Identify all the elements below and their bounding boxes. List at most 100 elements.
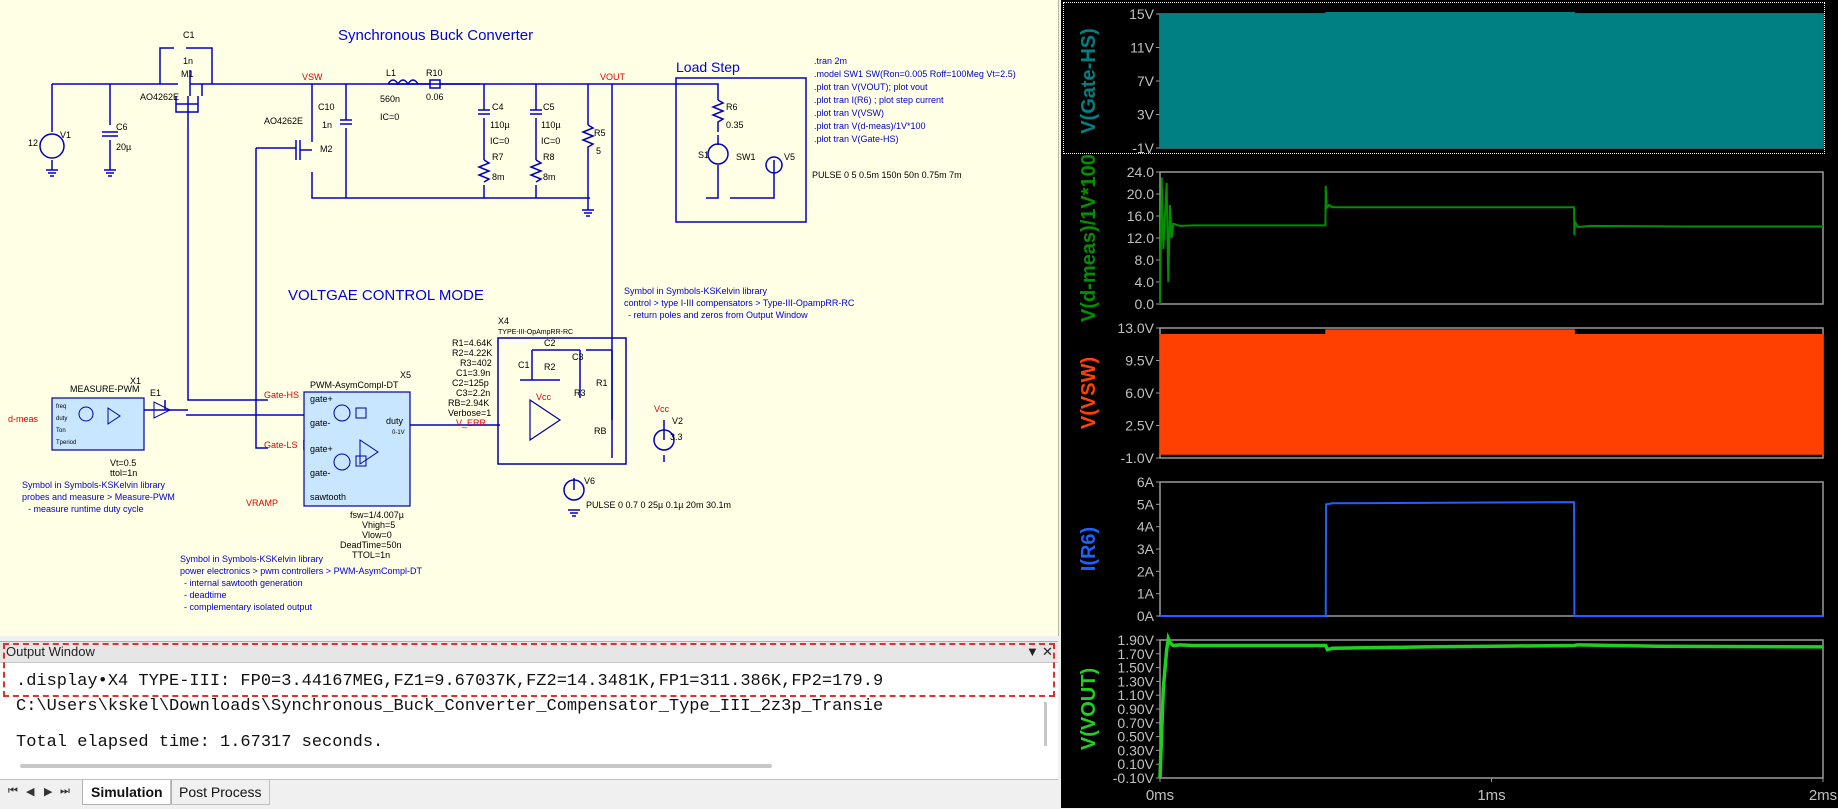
svg-text:Ton: Ton (56, 428, 66, 434)
svg-text:R5: R5 (594, 128, 606, 138)
directive-5[interactable]: .plot tran V(VSW) (814, 108, 884, 118)
svg-text:Symbol in Symbols-KSKelvin lib: Symbol in Symbols-KSKelvin library (624, 286, 768, 296)
y-tick-label: 24.0 (1127, 164, 1154, 180)
svg-text:X4: X4 (498, 316, 509, 326)
y-tick-label: 5A (1137, 496, 1155, 512)
trace-line (1158, 631, 1824, 779)
svg-text:IC=0: IC=0 (490, 136, 509, 146)
svg-text:L1: L1 (386, 68, 396, 78)
directive-6[interactable]: .plot tran V(d-meas)/1V*100 (814, 121, 926, 131)
directive-4[interactable]: .plot tran I(R6) ; plot step current (814, 95, 944, 105)
svg-text:C1=3.9n: C1=3.9n (456, 368, 490, 378)
x-tick-label: 2ms (1809, 787, 1837, 804)
svg-text:power electronics > pwm contro: power electronics > pwm controllers > PW… (180, 566, 423, 576)
svg-text:V5: V5 (784, 152, 795, 162)
trace-name-label[interactable]: I(R6) (1078, 527, 1100, 571)
svg-text:Vlow=0: Vlow=0 (362, 530, 392, 540)
last-tab-icon[interactable]: ⏭ (60, 785, 70, 798)
y-tick-label: 0.0 (1135, 296, 1155, 312)
svg-text:C3: C3 (572, 352, 584, 362)
trace-name-label[interactable]: V(VOUT) (1078, 668, 1100, 750)
output-line-1: .display•X4 TYPE-III: FP0=3.44167MEG,FZ1… (16, 672, 884, 691)
output-window[interactable]: Output Window ▼ ✕ .display•X4 TYPE-III: … (0, 641, 1058, 779)
svg-text:gate-: gate- (310, 418, 331, 428)
svg-text:V2: V2 (672, 416, 683, 426)
svg-text:Vcc: Vcc (654, 404, 670, 414)
selected-pane-outline (1063, 2, 1825, 154)
vertical-scrollbar[interactable] (1044, 702, 1047, 746)
svg-text:freq: freq (56, 404, 66, 410)
svg-text:AO4262E: AO4262E (140, 92, 179, 102)
svg-text:V6: V6 (584, 476, 595, 486)
svg-text:R3: R3 (574, 388, 586, 398)
pulse-v5-label[interactable]: PULSE 0 5 0.5m 150n 50n 0.75m 7m (812, 170, 962, 180)
first-tab-icon[interactable]: ⏮ (8, 785, 18, 798)
y-tick-label: 13.0V (1117, 320, 1154, 336)
svg-text:V1: V1 (60, 130, 71, 140)
trace-line (1160, 501, 1823, 617)
output-line-2: C:\Users\kskel\Downloads\Synchronous_Buc… (16, 697, 884, 716)
svg-text:110µ: 110µ (541, 120, 561, 130)
svg-text:C4: C4 (492, 102, 504, 112)
svg-text:R2=4.22K: R2=4.22K (452, 348, 492, 358)
trace-envelope (1159, 329, 1824, 455)
svg-text:RB: RB (594, 426, 607, 436)
y-tick-label: 6.0V (1125, 385, 1154, 401)
output-line-4: Total elapsed time: 1.67317 seconds. (16, 733, 384, 752)
tab-post-process[interactable]: Post Process (170, 780, 271, 805)
pulse-v6-label[interactable]: PULSE 0 0.7 0 25µ 0.1µ 20m 30.1m (586, 500, 731, 510)
svg-text:Vhigh=5: Vhigh=5 (362, 520, 395, 530)
svg-text:C5: C5 (543, 102, 555, 112)
x-tick-label: 1ms (1477, 787, 1505, 804)
svg-text:E1: E1 (150, 388, 161, 398)
svg-text:1n: 1n (183, 56, 193, 66)
svg-text:8m: 8m (543, 172, 556, 182)
svg-text:d-meas: d-meas (8, 414, 39, 424)
schematic-editor[interactable]: Synchronous Buck Converter Load Step VOL… (0, 0, 1059, 636)
svg-text:- return poles and zeros from: - return poles and zeros from Output Win… (628, 310, 808, 320)
svg-text:560n: 560n (380, 94, 400, 104)
svg-text:M1: M1 (181, 69, 194, 79)
svg-text:Verbose=1: Verbose=1 (448, 408, 491, 418)
svg-text:IC=0: IC=0 (380, 112, 399, 122)
svg-text:fsw=1/4.007µ: fsw=1/4.007µ (350, 510, 404, 520)
trace-name-label[interactable]: V(d-meas)/1V*100 (1078, 154, 1100, 322)
trace-name-label[interactable]: V(VSW) (1078, 357, 1100, 429)
y-tick-label: 3A (1137, 541, 1155, 557)
directive-2[interactable]: .model SW1 SW(Ron=0.005 Roff=100Meg Vt=2… (814, 69, 1016, 79)
horizontal-scrollbar[interactable] (20, 764, 772, 768)
y-tick-label: 9.5V (1125, 353, 1154, 369)
load-step-label: Load Step (676, 59, 740, 75)
svg-text:C10: C10 (318, 102, 335, 112)
svg-text:ttol=1n: ttol=1n (110, 468, 137, 478)
y-tick-label: 2A (1137, 563, 1155, 579)
prev-tab-icon[interactable]: ◀ (26, 785, 34, 798)
y-tick-label: 0A (1137, 608, 1155, 624)
svg-text:Symbol in Symbols-KSKelvin lib: Symbol in Symbols-KSKelvin library (22, 480, 166, 490)
directive-1[interactable]: .tran 2m (814, 56, 847, 66)
next-tab-icon[interactable]: ▶ (44, 785, 52, 798)
plot-pane-frame (1159, 639, 1824, 779)
svg-text:Vt=0.5: Vt=0.5 (110, 458, 136, 468)
svg-text:C6: C6 (116, 122, 128, 132)
svg-text:Tperiod: Tperiod (56, 440, 76, 446)
svg-text:Symbol in Symbols-KSKelvin lib: Symbol in Symbols-KSKelvin library (180, 554, 324, 564)
y-tick-label: 20.0 (1127, 186, 1154, 202)
directive-7[interactable]: .plot tran V(Gate-HS) (814, 134, 899, 144)
tab-simulation[interactable]: Simulation (82, 780, 172, 805)
svg-text:110µ: 110µ (490, 120, 510, 130)
svg-text:Gate-HS: Gate-HS (264, 390, 299, 400)
plot-pane-frame (1159, 171, 1824, 305)
svg-text:MEASURE-PWM: MEASURE-PWM (70, 384, 140, 394)
schematic-canvas[interactable]: Synchronous Buck Converter Load Step VOL… (0, 0, 1058, 636)
y-tick-label: 12.0 (1127, 230, 1154, 246)
x-tick-label: 0ms (1146, 787, 1174, 804)
svg-text:C1: C1 (183, 30, 195, 40)
directive-3[interactable]: .plot tran V(VOUT); plot vout (814, 82, 928, 92)
schematic-wires (51, 47, 807, 490)
svg-text:Gate-LS: Gate-LS (264, 440, 298, 450)
y-tick-label: -1.0V (1121, 450, 1155, 466)
svg-text:sawtooth: sawtooth (310, 492, 346, 502)
svg-text:1n: 1n (322, 120, 332, 130)
y-tick-label: 6A (1137, 474, 1155, 490)
